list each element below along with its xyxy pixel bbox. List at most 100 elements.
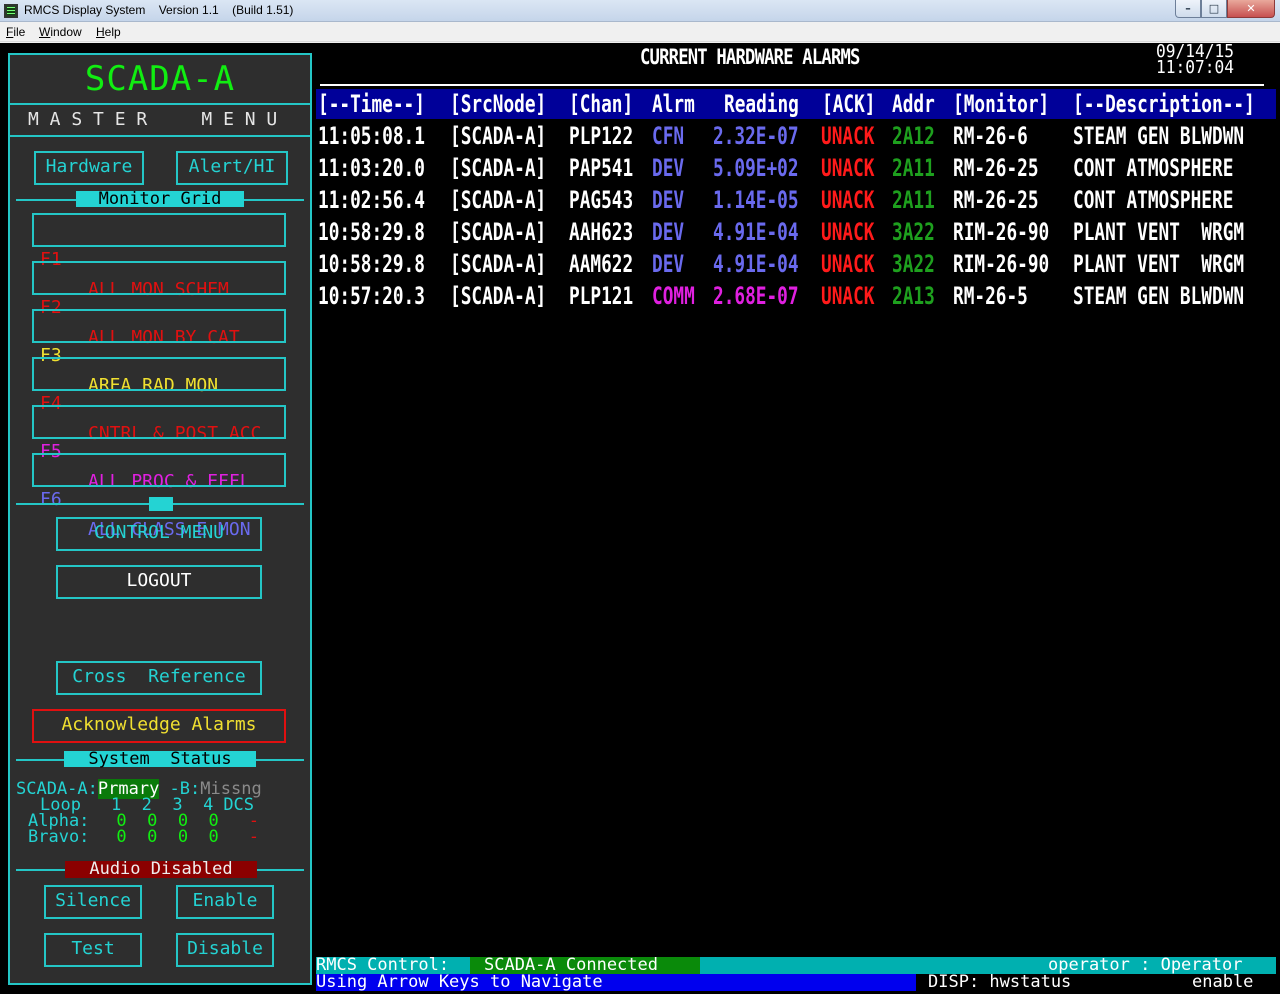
menu-help[interactable]: Help — [96, 25, 121, 39]
header-rule — [320, 84, 1264, 86]
alarm-row[interactable]: 10:58:29.8 [SCADA-A] AAH623 DEV 4.91E-04… — [316, 216, 1276, 248]
alarm-addr: 2A13 — [892, 282, 935, 310]
alarm-time: 10:57:20.3 — [318, 282, 425, 310]
menu-file[interactable]: File — [6, 25, 25, 39]
alarm-type: DEV — [652, 186, 685, 214]
col-monitor-header[interactable]: [Monitor] — [953, 89, 1049, 119]
alarm-time: 11:05:08.1 — [318, 122, 425, 150]
alarm-type: DEV — [652, 218, 685, 246]
acknowledge-alarms-button[interactable]: Acknowledge Alarms — [32, 709, 286, 743]
alarm-monitor: RIM-26-90 — [953, 250, 1050, 278]
alarm-monitor: RM-26-5 — [953, 282, 1028, 310]
alarm-srcnode: [SCADA-A] — [450, 122, 547, 150]
alarm-monitor: RIM-26-90 — [953, 218, 1050, 246]
divider — [10, 103, 310, 105]
cross-reference-button[interactable]: Cross Reference — [56, 661, 262, 695]
time-display: 11:07:04 — [1156, 57, 1235, 78]
minimize-button[interactable]: – — [1175, 0, 1201, 18]
alarm-time: 11:03:20.0 — [318, 154, 425, 182]
col-reading-header[interactable]: Reading — [724, 89, 799, 119]
alarm-row[interactable]: 10:58:29.8 [SCADA-A] AAM622 DEV 4.91E-04… — [316, 248, 1276, 280]
menu-window[interactable]: Window — [39, 25, 82, 39]
alarm-row[interactable]: 10:57:20.3 [SCADA-A] PLP121 COMM 2.68E-0… — [316, 280, 1276, 312]
alarm-addr: 2A11 — [892, 154, 935, 182]
alarm-table-header: [--Time--] [SrcNode] [Chan] Alrm Reading… — [316, 89, 1276, 119]
disable-button[interactable]: Disable — [176, 933, 274, 967]
col-description-header[interactable]: [--Description--] — [1073, 89, 1255, 119]
col-chan-header[interactable]: [Chan] — [569, 89, 633, 119]
alarm-ack: UNACK — [821, 122, 875, 150]
alarm-description: CONT ATMOSPHERE — [1073, 186, 1234, 214]
alarm-reading: 1.14E-05 — [713, 186, 799, 214]
alarm-row[interactable]: 11:02:56.4 [SCADA-A] PAG543 DEV 1.14E-05… — [316, 184, 1276, 216]
logout-button[interactable]: LOGOUT — [56, 565, 262, 599]
alarm-srcnode: [SCADA-A] — [450, 154, 547, 182]
app-icon — [4, 4, 18, 18]
alarm-srcnode: [SCADA-A] — [450, 282, 547, 310]
alarm-time: 10:58:29.8 — [318, 250, 425, 278]
display-name: DISP: hwstatus — [928, 972, 1072, 992]
alert-hi-button[interactable]: Alert/HI — [176, 151, 288, 185]
menubar: File Window Help — [0, 22, 1280, 42]
grid-marker — [149, 497, 173, 511]
close-button[interactable]: ✕ — [1227, 0, 1275, 18]
alarm-chan: PAG543 — [569, 186, 634, 214]
col-time-header[interactable]: [--Time--] — [318, 89, 425, 119]
window-titlebar: RMCS Display System Version 1.1 (Build 1… — [0, 0, 1280, 22]
page-title: CURRENT HARDWARE ALARMS — [640, 45, 860, 69]
alarm-description: PLANT VENT WRGM — [1073, 250, 1245, 278]
alarm-type: DEV — [652, 250, 685, 278]
silence-button[interactable]: Silence — [44, 885, 142, 919]
alarm-description: STEAM GEN BLWDWN — [1073, 282, 1245, 310]
enable-button[interactable]: Enable — [176, 885, 274, 919]
alarm-type: COMM — [652, 282, 695, 310]
test-button[interactable]: Test — [44, 933, 142, 967]
alarm-srcnode: [SCADA-A] — [450, 186, 547, 214]
f3-area-rad-mon-button[interactable]: F3 AREA RAD MON — [32, 309, 286, 396]
f1-all-mon-schem-button[interactable]: F1 ALL MON SCHEM — [32, 213, 286, 300]
alarm-chan: PLP122 — [569, 122, 634, 150]
window-title: RMCS Display System Version 1.1 (Build 1… — [24, 3, 294, 17]
alarm-srcnode: [SCADA-A] — [450, 250, 547, 278]
f4-cntrl-post-acc-button[interactable]: F4 CNTRL & POST ACC — [32, 357, 286, 444]
col-addr-header[interactable]: Addr — [892, 89, 935, 119]
alarm-ack: UNACK — [821, 282, 875, 310]
maximize-button[interactable]: □ — [1201, 0, 1227, 18]
alarm-type: CFN — [652, 122, 685, 150]
alarm-addr: 2A12 — [892, 122, 935, 150]
f2-all-mon-by-cat-button[interactable]: F2 ALL MON BY CAT — [32, 261, 286, 348]
f6-all-class-e-mon-button[interactable]: F6 ALL CLASS E MON — [32, 453, 286, 540]
alarm-reading: 4.91E-04 — [713, 218, 799, 246]
alarm-reading: 2.32E-07 — [713, 122, 799, 150]
control-menu-button[interactable]: CONTROL MENU — [56, 517, 262, 551]
alarm-type: DEV — [652, 154, 685, 182]
nav-hint-bar: Using Arrow Keys to Navigate — [316, 974, 916, 991]
alarm-chan: AAM622 — [569, 250, 634, 278]
audio-status-label: Audio Disabled — [65, 861, 257, 878]
alarm-addr: 3A22 — [892, 218, 935, 246]
master-menu-label: M A S T E R M E N U — [28, 109, 278, 130]
col-alrm-header[interactable]: Alrm — [652, 89, 695, 119]
alarm-row[interactable]: 11:03:20.0 [SCADA-A] PAP541 DEV 5.09E+02… — [316, 152, 1276, 184]
alarm-row[interactable]: 11:05:08.1 [SCADA-A] PLP122 CFN 2.32E-07… — [316, 120, 1276, 152]
panel-title: SCADA-A — [84, 59, 236, 99]
f5-all-proc-effl-button[interactable]: F5 ALL PROC & EFFL — [32, 405, 286, 492]
alarm-time: 10:58:29.8 — [318, 218, 425, 246]
alarm-srcnode: [SCADA-A] — [450, 218, 547, 246]
alarm-addr: 2A11 — [892, 186, 935, 214]
alarm-chan: PLP121 — [569, 282, 634, 310]
alarm-description: PLANT VENT WRGM — [1073, 218, 1245, 246]
hardware-button[interactable]: Hardware — [34, 151, 144, 185]
nav-hint: Using Arrow Keys to Navigate — [316, 972, 603, 992]
mode-status: enable — [1192, 972, 1254, 992]
master-menu-panel: SCADA-A M A S T E R M E N U Hardware Ale… — [8, 53, 312, 985]
alarm-reading: 2.68E-07 — [713, 282, 799, 310]
col-ack-header[interactable]: [ACK] — [822, 89, 875, 119]
navigation-status-bar: Using Arrow Keys to Navigate DISP: hwsta… — [316, 974, 1276, 991]
col-srcnode-header[interactable]: [SrcNode] — [450, 89, 546, 119]
divider — [10, 135, 310, 137]
alarm-chan: PAP541 — [569, 154, 634, 182]
alarm-chan: AAH623 — [569, 218, 634, 246]
alarm-reading: 4.91E-04 — [713, 250, 799, 278]
alarm-ack: UNACK — [821, 250, 875, 278]
